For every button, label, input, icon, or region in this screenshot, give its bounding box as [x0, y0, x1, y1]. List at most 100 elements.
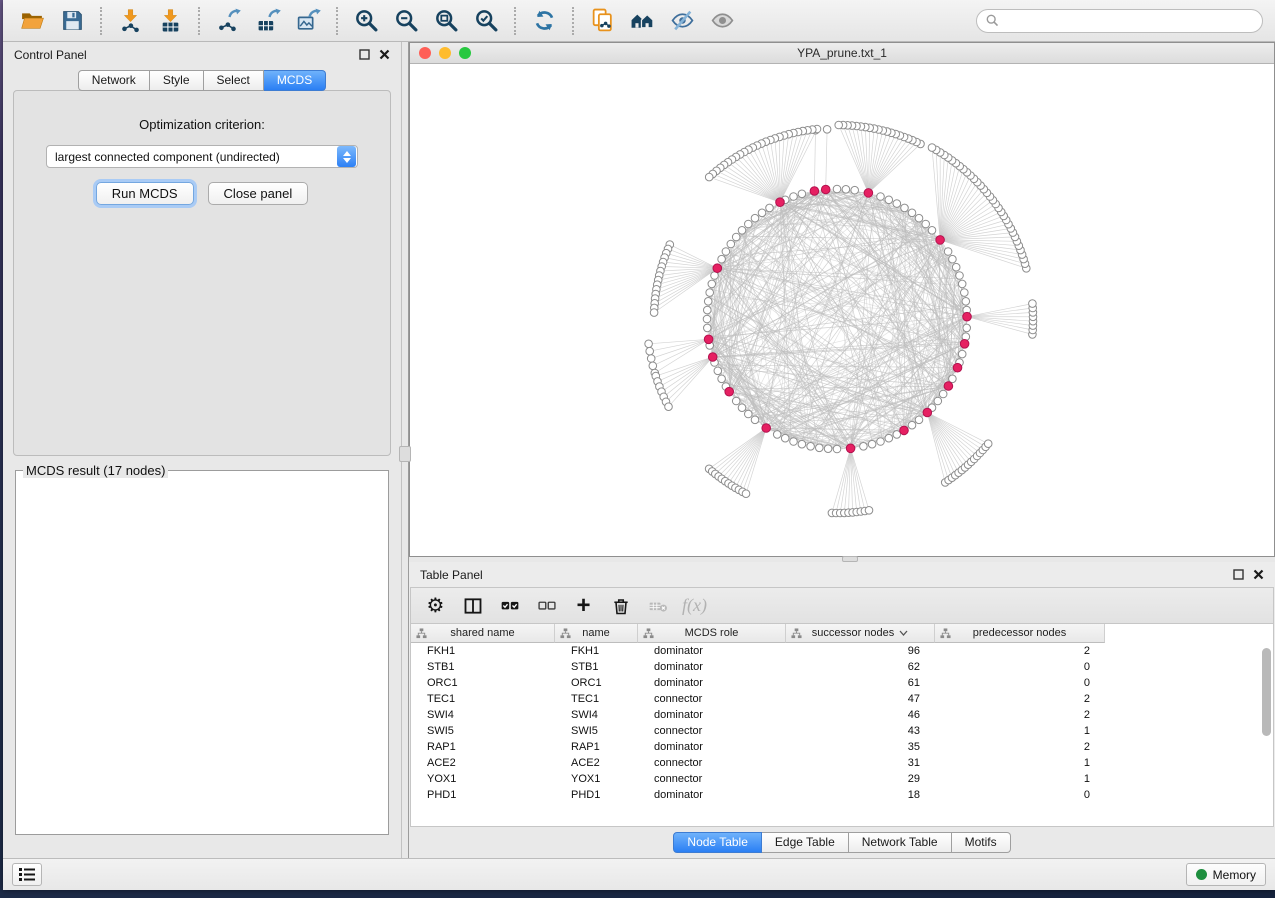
task-history-button[interactable] — [12, 863, 42, 886]
network-node[interactable] — [952, 263, 960, 271]
network-window-titlebar[interactable]: YPA_prune.txt_1 — [410, 43, 1274, 64]
network-node[interactable] — [732, 397, 740, 405]
network-hub-node[interactable] — [923, 408, 932, 417]
clone-network-button[interactable] — [585, 6, 619, 36]
network-node[interactable] — [908, 421, 916, 429]
network-hub-node[interactable] — [953, 363, 962, 372]
network-node[interactable] — [915, 214, 923, 222]
show-column-button[interactable] — [458, 592, 487, 619]
close-window-icon[interactable] — [419, 47, 431, 59]
column-header-MCDS-role[interactable]: MCDS role — [638, 624, 786, 643]
close-panel-button[interactable]: Close panel — [208, 182, 309, 205]
column-header-successor-nodes[interactable]: successor nodes — [786, 624, 935, 643]
table-row[interactable]: STB1STB1dominator620 — [411, 659, 1273, 675]
zoom-in-button[interactable] — [349, 6, 383, 36]
network-node[interactable] — [963, 324, 971, 332]
hide-selected-button[interactable] — [665, 6, 699, 36]
network-node[interactable] — [961, 289, 969, 297]
network-node[interactable] — [816, 444, 824, 452]
network-node[interactable] — [704, 324, 712, 332]
tab-motifs[interactable]: Motifs — [952, 832, 1011, 853]
network-node[interactable] — [865, 507, 873, 515]
network-node[interactable] — [893, 200, 901, 208]
network-node[interactable] — [956, 272, 964, 280]
zoom-out-button[interactable] — [389, 6, 423, 36]
tab-node-table[interactable]: Node Table — [673, 832, 762, 853]
splitter-grip[interactable] — [399, 446, 411, 462]
network-node[interactable] — [758, 209, 766, 217]
network-node[interactable] — [704, 298, 712, 306]
export-table-button[interactable] — [251, 6, 285, 36]
network-node[interactable] — [807, 443, 815, 451]
import-network-button[interactable] — [113, 6, 147, 36]
table-row[interactable]: SWI5SWI5connector431 — [411, 723, 1273, 739]
network-hub-node[interactable] — [944, 382, 953, 391]
network-node[interactable] — [646, 347, 654, 355]
show-hidden-button[interactable] — [705, 6, 739, 36]
export-image-button[interactable] — [291, 6, 325, 36]
network-node[interactable] — [877, 193, 885, 201]
network-hub-node[interactable] — [810, 187, 819, 196]
float-panel-icon[interactable] — [359, 49, 370, 60]
network-node[interactable] — [650, 309, 658, 317]
network-hub-node[interactable] — [936, 236, 945, 245]
network-node[interactable] — [645, 340, 653, 348]
zoom-fit-button[interactable] — [429, 6, 463, 36]
zoom-selected-button[interactable] — [469, 6, 503, 36]
network-node[interactable] — [647, 355, 655, 363]
table-row[interactable]: ORC1ORC1dominator610 — [411, 675, 1273, 691]
network-canvas[interactable] — [410, 64, 1274, 556]
network-node[interactable] — [706, 289, 714, 297]
network-node[interactable] — [751, 214, 759, 222]
show-all-networks-button[interactable] — [625, 6, 659, 36]
network-hub-node[interactable] — [725, 387, 734, 396]
refresh-view-button[interactable] — [527, 6, 561, 36]
maximize-window-icon[interactable] — [459, 47, 471, 59]
tab-edge-table[interactable]: Edge Table — [762, 832, 849, 853]
table-row[interactable]: TEC1TEC1connector472 — [411, 691, 1273, 707]
network-node[interactable] — [823, 126, 831, 134]
open-file-button[interactable] — [15, 6, 49, 36]
close-panel-icon[interactable] — [1253, 569, 1264, 580]
network-node[interactable] — [798, 440, 806, 448]
column-header-shared-name[interactable]: shared name — [411, 624, 555, 643]
network-node[interactable] — [704, 306, 712, 314]
network-hub-node[interactable] — [708, 353, 717, 362]
table-scrollbar-thumb[interactable] — [1262, 648, 1271, 736]
settings-button[interactable]: ⚙ — [421, 592, 450, 619]
network-node[interactable] — [842, 186, 850, 194]
network-node[interactable] — [773, 431, 781, 439]
network-node[interactable] — [885, 434, 893, 442]
network-node[interactable] — [738, 404, 746, 412]
network-node[interactable] — [718, 375, 726, 383]
network-node[interactable] — [939, 390, 947, 398]
tab-network-table[interactable]: Network Table — [849, 832, 952, 853]
network-node[interactable] — [958, 280, 966, 288]
table-row[interactable]: SWI4SWI4dominator462 — [411, 707, 1273, 723]
network-hub-node[interactable] — [821, 185, 830, 194]
float-panel-icon[interactable] — [1233, 569, 1244, 580]
vertical-splitter[interactable] — [401, 42, 409, 858]
network-node[interactable] — [928, 227, 936, 235]
network-node[interactable] — [928, 144, 936, 152]
network-graph[interactable] — [410, 64, 1274, 556]
tab-style[interactable]: Style — [150, 70, 204, 91]
network-node[interactable] — [708, 280, 716, 288]
network-node[interactable] — [944, 248, 952, 256]
network-node[interactable] — [665, 403, 673, 411]
horizontal-splitter[interactable] — [409, 557, 1275, 562]
network-node[interactable] — [798, 190, 806, 198]
network-node[interactable] — [745, 220, 753, 228]
network-hub-node[interactable] — [864, 189, 873, 198]
network-node[interactable] — [901, 204, 909, 212]
network-node[interactable] — [908, 209, 916, 217]
delete-button[interactable] — [606, 592, 635, 619]
network-node[interactable] — [885, 196, 893, 204]
network-node[interactable] — [751, 416, 759, 424]
network-node[interactable] — [958, 350, 966, 358]
network-node[interactable] — [934, 397, 942, 405]
network-node[interactable] — [649, 362, 657, 370]
network-node[interactable] — [705, 173, 713, 181]
network-node[interactable] — [962, 298, 970, 306]
network-node[interactable] — [790, 193, 798, 201]
